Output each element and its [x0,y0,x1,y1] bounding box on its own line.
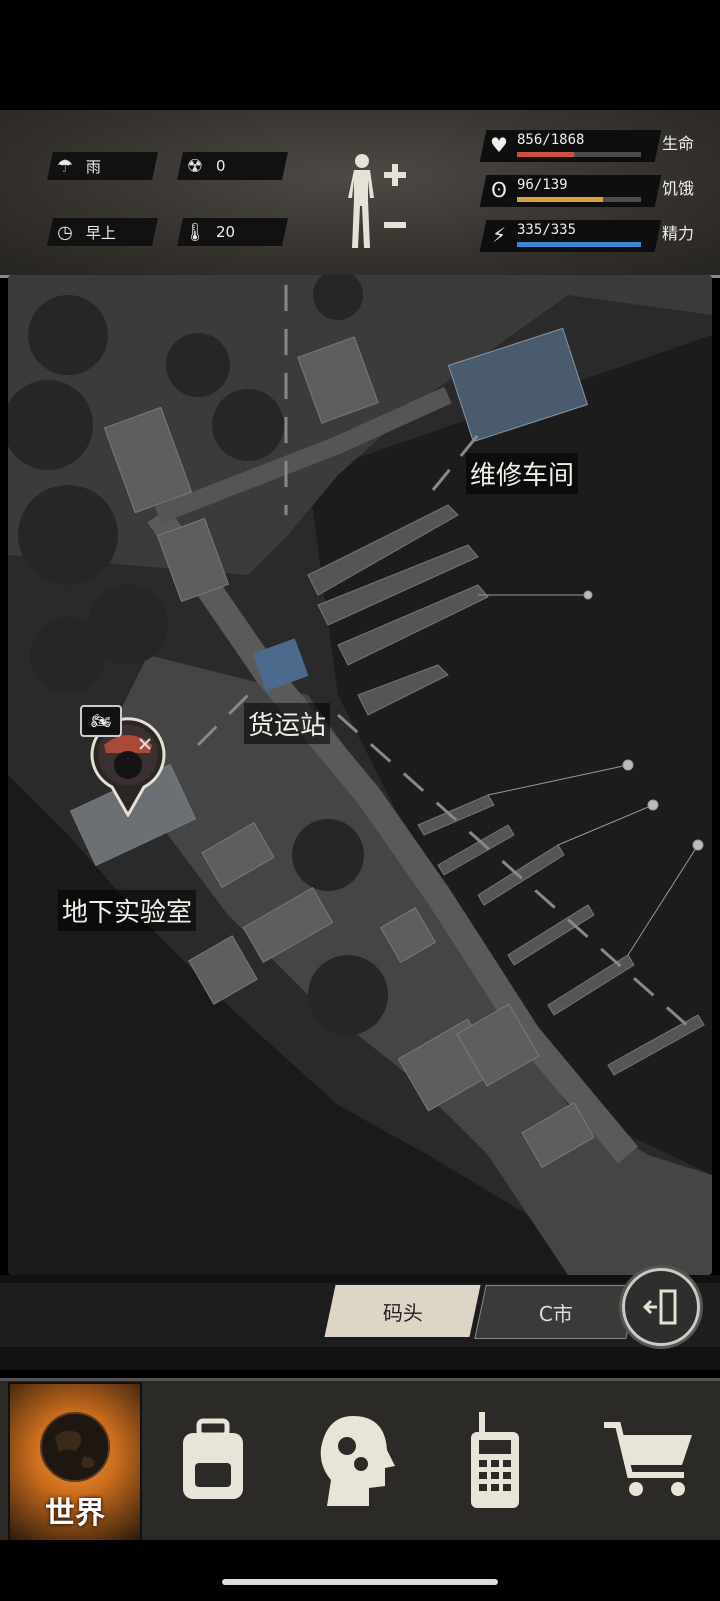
tab-city[interactable]: C市 [474,1285,638,1339]
walkie-talkie-icon [471,1412,519,1508]
avatar-face-icon [114,751,142,779]
exit-door-icon [642,1289,677,1325]
time-pill: ◷ 早上 [47,218,158,246]
location-repair-shop[interactable]: 维修车间 [466,453,579,494]
hunger-value: 96/139 [517,177,568,193]
thermometer-icon: 🌡 [183,221,207,243]
backpack-icon [183,1418,243,1499]
life-bar [517,152,641,157]
nav-backpack[interactable] [148,1382,278,1538]
lightning-icon: ⚡ [491,223,507,247]
life-stat: ♥ 856/1868 [479,130,662,162]
rain-icon: ☂ [56,155,74,177]
shopping-cart-icon [604,1422,692,1496]
energy-bar [517,242,641,247]
hunger-label: 饥饿 [662,179,695,198]
tab-dock[interactable]: 码头 [324,1285,481,1337]
nav-skills[interactable] [290,1382,420,1538]
weather-pill: ☂ 雨 [47,152,158,180]
location-underground-lab[interactable]: 地下实验室 [58,890,197,931]
hunger-stat: ʘ 96/139 [479,175,662,207]
nav-world-label: 世界 [45,1496,105,1531]
life-label: 生命 [662,134,695,153]
location-freight-station[interactable]: 货运站 [244,703,331,744]
stomach-icon: ʘ [491,178,507,202]
nav-world[interactable]: 世界 [8,1382,142,1542]
minus-icon [384,222,406,228]
nav-shop[interactable] [585,1382,715,1538]
globe-icon [40,1412,110,1482]
head-gears-icon [320,1416,395,1506]
tab-city-label: C市 [539,1301,573,1326]
system-nav-area [0,1540,720,1601]
life-value: 856/1868 [517,132,585,148]
energy-value: 335/335 [517,222,577,238]
plus-icon [384,164,406,186]
radiation-icon: ☢ [186,155,204,177]
top-black-area [0,0,720,110]
clock-icon: ◷ [57,221,73,243]
exit-button[interactable] [622,1268,700,1346]
nav-radio[interactable] [430,1382,560,1538]
time-label: 早上 [86,223,117,242]
motorcycle-icon: 🏍 [80,705,122,737]
temperature-value: 20 [216,223,236,241]
tab-dock-label: 码头 [382,1300,423,1325]
hunger-bar [517,197,641,202]
home-indicator[interactable] [222,1579,498,1585]
body-status-button[interactable] [348,152,438,252]
temperature-pill: 🌡 20 [177,218,288,246]
radiation-pill: ☢ 0 [177,152,288,180]
weather-label: 雨 [86,157,102,176]
radiation-value: 0 [216,157,226,175]
human-body-icon [348,154,374,248]
energy-label: 精力 [662,224,695,243]
energy-stat: ⚡ 335/335 [479,220,662,252]
heart-icon: ♥ [490,133,508,157]
